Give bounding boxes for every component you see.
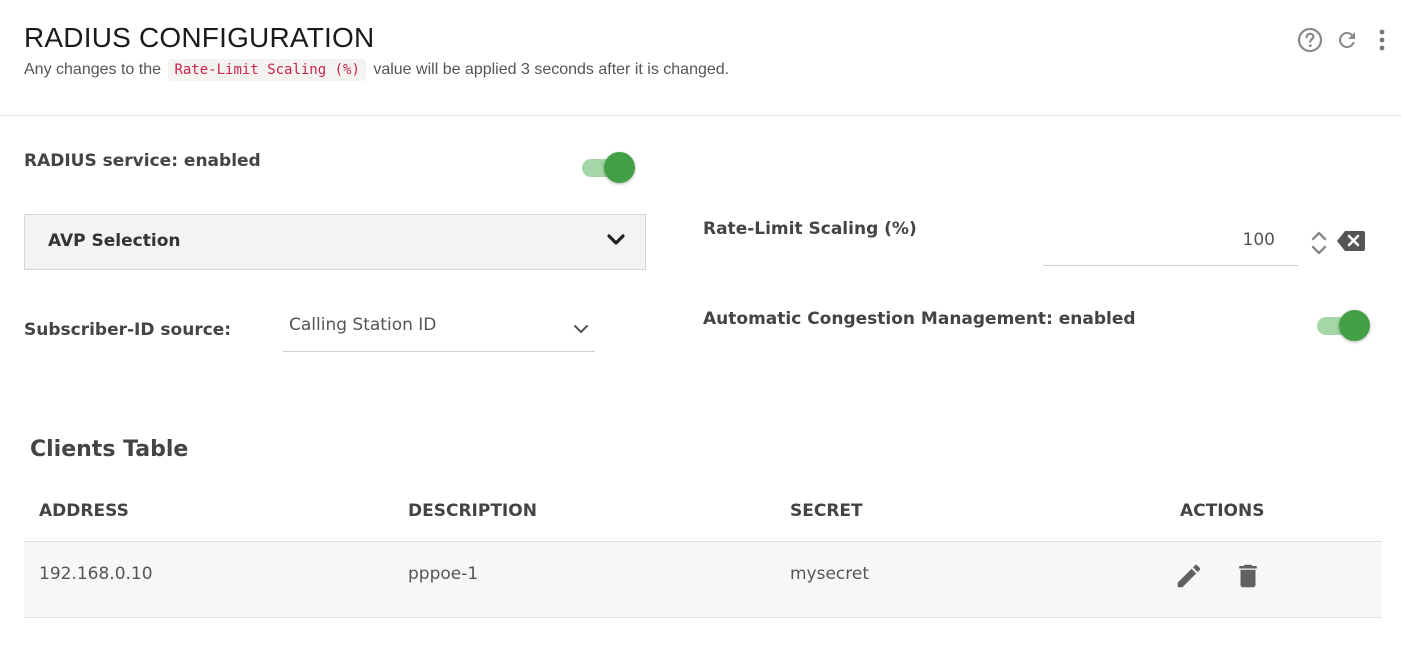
toggle-knob bbox=[1339, 310, 1370, 341]
cell-secret: mysecret bbox=[790, 564, 870, 584]
congestion-toggle[interactable] bbox=[1317, 309, 1371, 341]
toggle-knob bbox=[604, 152, 635, 183]
radius-service-toggle[interactable] bbox=[582, 151, 636, 183]
page-subtitle: Any changes to the Rate-Limit Scaling (%… bbox=[24, 59, 730, 81]
congestion-label: Automatic Congestion Management: enabled bbox=[703, 309, 1136, 329]
avp-selection-label: AVP Selection bbox=[48, 231, 181, 251]
rate-limit-input[interactable] bbox=[1043, 226, 1275, 254]
rate-limit-label: Rate-Limit Scaling (%) bbox=[703, 219, 917, 239]
refresh-icon[interactable] bbox=[1334, 27, 1360, 53]
help-icon[interactable] bbox=[1297, 27, 1323, 53]
chevron-down-icon bbox=[607, 232, 625, 251]
column-header-address[interactable]: ADDRESS bbox=[39, 501, 129, 521]
column-header-secret[interactable]: SECRET bbox=[790, 501, 863, 521]
avp-selection-panel[interactable]: AVP Selection bbox=[24, 214, 646, 270]
subscriber-id-label: Subscriber-ID source: bbox=[24, 320, 232, 340]
edit-icon[interactable] bbox=[1172, 559, 1206, 593]
subscriber-id-select[interactable]: Calling Station ID bbox=[283, 304, 595, 352]
radius-service-label: RADIUS service: enabled bbox=[24, 151, 261, 171]
page-title: RADIUS CONFIGURATION bbox=[24, 22, 375, 53]
subtitle-text-after: value will be applied 3 seconds after it… bbox=[373, 61, 730, 78]
cell-address: 192.168.0.10 bbox=[39, 564, 153, 584]
rate-limit-stepper-icon[interactable] bbox=[1310, 230, 1328, 256]
clients-table-title: Clients Table bbox=[30, 437, 189, 462]
chevron-down-icon bbox=[573, 320, 589, 339]
rate-limit-field[interactable] bbox=[1043, 218, 1298, 266]
table-row: 192.168.0.10 pppoe-1 mysecret bbox=[24, 542, 1382, 618]
subscriber-id-value: Calling Station ID bbox=[289, 315, 437, 335]
subtitle-text-before: Any changes to the bbox=[24, 61, 161, 78]
backspace-clear-icon[interactable] bbox=[1336, 230, 1366, 252]
column-header-description[interactable]: DESCRIPTION bbox=[408, 501, 537, 521]
table-header: ADDRESS DESCRIPTION SECRET ACTIONS bbox=[24, 484, 1382, 542]
delete-icon[interactable] bbox=[1231, 559, 1265, 593]
column-header-actions: ACTIONS bbox=[1180, 501, 1265, 521]
clients-table: ADDRESS DESCRIPTION SECRET ACTIONS 192.1… bbox=[24, 484, 1382, 618]
page-header: RADIUS CONFIGURATION Any changes to the … bbox=[0, 0, 1401, 116]
subtitle-code: Rate-Limit Scaling (%) bbox=[168, 59, 366, 81]
more-vert-icon[interactable] bbox=[1369, 27, 1395, 53]
cell-description: pppoe-1 bbox=[408, 564, 479, 584]
